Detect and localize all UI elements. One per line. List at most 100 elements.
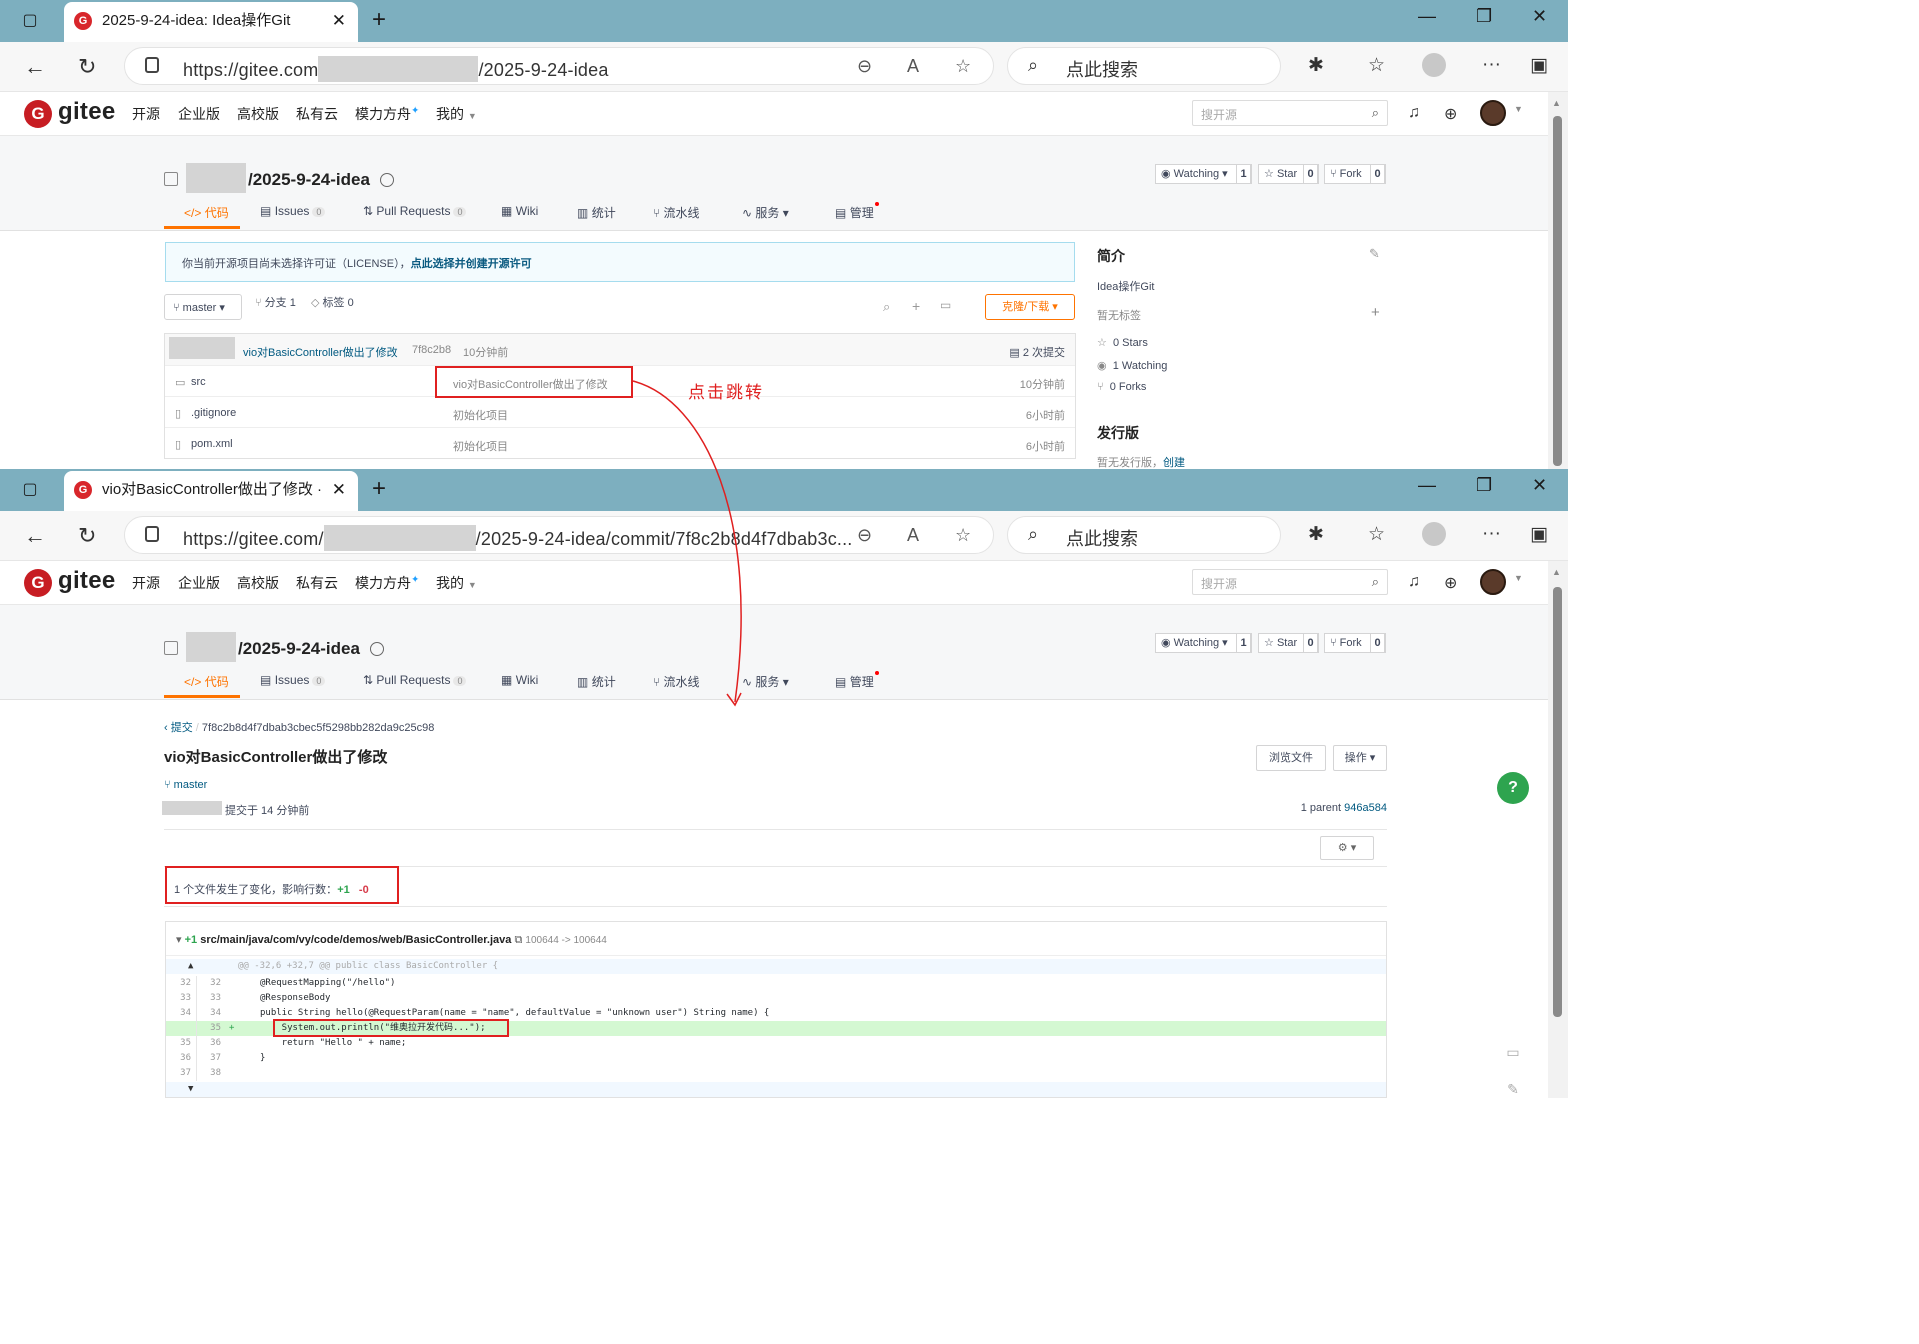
copy-icon[interactable]: ⧉ (514, 934, 522, 946)
favorites-icon[interactable]: ☆ (1368, 523, 1385, 546)
watch-button[interactable]: ◉ Watching ▾ 1 (1155, 633, 1252, 653)
bell-icon[interactable]: ♫ (1408, 573, 1420, 591)
profile-avatar[interactable] (1422, 53, 1446, 77)
read-aloud-icon[interactable]: A (907, 525, 919, 546)
help-button[interactable]: ? (1497, 772, 1529, 804)
file-row[interactable]: ▯ .gitignore 初始化项目 6小时前 (165, 396, 1075, 427)
browser-tab-active[interactable]: G vio对BasicController做出了修改 · ✕ (64, 471, 358, 511)
add-icon[interactable]: ⊕ (1444, 573, 1457, 593)
close-tab-icon[interactable]: ✕ (332, 2, 346, 40)
nav-item[interactable]: 私有云 (296, 104, 338, 124)
diff-file-header[interactable]: ▾ +1 src/main/java/com/vy/code/demos/web… (166, 922, 1386, 956)
watch-button[interactable]: ◉ Watching ▾ 1 (1155, 164, 1252, 184)
branches-link[interactable]: ⑂ 分支 1 (255, 294, 296, 320)
refresh-icon[interactable]: ↻ (78, 523, 96, 549)
star-button[interactable]: ☆ Star 0 (1258, 164, 1319, 184)
stars-stat[interactable]: ☆ 0 Stars (1097, 336, 1148, 349)
commit-count[interactable]: ▤ 2 次提交 (1009, 344, 1065, 360)
tab-manage[interactable]: ▤ 管理 (835, 202, 879, 221)
tab-services[interactable]: ∿ 服务 ▾ (742, 673, 789, 690)
more-icon[interactable]: ··· (1482, 523, 1501, 545)
breadcrumb-back[interactable]: ‹ 提交 (164, 722, 193, 734)
url-field[interactable]: https://gitee.com/2025-9-24-idea ⊖ A ☆ (124, 47, 994, 85)
profile-avatar[interactable] (1422, 522, 1446, 546)
feedback-icon[interactable]: ▭ (1502, 1044, 1524, 1066)
license-link[interactable]: 点此选择并创建开源许可 (411, 258, 532, 270)
scrollbar[interactable]: ▲ (1548, 561, 1568, 1098)
new-tab-icon[interactable]: + (372, 475, 386, 503)
minimize-icon[interactable]: — (1418, 6, 1436, 27)
url-field[interactable]: https://gitee.com/ /2025-9-24-idea/commit… (124, 516, 994, 554)
tab-pull-requests[interactable]: ⇅ Pull Requests 0 (363, 204, 467, 218)
nav-item[interactable]: 开源 (132, 573, 160, 593)
restore-icon[interactable]: ❐ (1476, 475, 1492, 496)
tab-code[interactable]: </> 代码 (184, 204, 229, 221)
expand-down-icon[interactable]: ▼ (188, 1082, 193, 1097)
bell-icon[interactable]: ♫ (1408, 104, 1420, 122)
parent-hash-link[interactable]: 946a584 (1344, 802, 1387, 814)
tags-link[interactable]: ◇ 标签 0 (311, 294, 354, 320)
nav-item[interactable]: 企业版 (178, 104, 220, 124)
collapse-icon[interactable]: ▾ (176, 934, 182, 946)
file-name[interactable]: .gitignore (191, 407, 236, 419)
last-commit-message[interactable]: vio对BasicController做出了修改 (243, 344, 398, 360)
tab-services[interactable]: ∿ 服务 ▾ (742, 204, 789, 221)
branch-select[interactable]: ⑂ master ▾ (164, 294, 242, 320)
gitee-search-input[interactable]: 搜开源 ⌕ (1192, 100, 1388, 126)
back-icon[interactable]: ← (24, 523, 46, 549)
tab-stats[interactable]: ▥ 统计 (577, 673, 616, 690)
nav-item[interactable]: 高校版 (237, 573, 279, 593)
nav-item[interactable]: 我的 ▼ (436, 573, 477, 593)
favorite-star-icon[interactable]: ☆ (955, 56, 971, 77)
star-button[interactable]: ☆ Star 0 (1258, 633, 1319, 653)
diff-settings-button[interactable]: ⚙ ▾ (1320, 836, 1374, 860)
fork-button[interactable]: ⑂ Fork 0 (1324, 633, 1386, 653)
actions-button[interactable]: 操作 ▾ (1333, 745, 1387, 771)
clone-download-button[interactable]: 克隆/下载 ▾ (985, 294, 1075, 320)
user-avatar[interactable] (1480, 100, 1506, 126)
file-path[interactable]: src/main/java/com/vy/code/demos/web/Basi… (200, 934, 511, 946)
watching-stat[interactable]: ◉ 1 Watching (1097, 359, 1167, 372)
extensions-icon[interactable]: ✱ (1308, 54, 1324, 77)
nav-item[interactable]: 企业版 (178, 573, 220, 593)
project-name[interactable]: /2025-9-24-idea (248, 170, 370, 189)
close-window-icon[interactable]: ✕ (1532, 6, 1547, 27)
zoom-icon[interactable]: ⊖ (857, 56, 872, 77)
file-name[interactable]: pom.xml (191, 438, 233, 450)
browser-search-box[interactable]: ⌕ 点此搜索 (1007, 47, 1281, 85)
tab-pipeline[interactable]: ⑂ 流水线 (653, 204, 700, 221)
tab-wiki[interactable]: ▦ Wiki (501, 673, 538, 687)
tab-pipeline[interactable]: ⑂ 流水线 (653, 673, 700, 690)
tab-manage[interactable]: ▤ 管理 (835, 671, 879, 690)
file-row[interactable]: ▯ pom.xml 初始化项目 6小时前 (165, 427, 1075, 458)
extensions-icon[interactable]: ✱ (1308, 523, 1324, 546)
fork-button[interactable]: ⑂ Fork 0 (1324, 164, 1386, 184)
web-ide-icon[interactable]: ▭ (940, 298, 951, 324)
user-avatar[interactable] (1480, 569, 1506, 595)
expand-up-icon[interactable]: ▲ (188, 959, 193, 974)
more-icon[interactable]: ··· (1482, 54, 1501, 76)
project-name[interactable]: /2025-9-24-idea (238, 639, 360, 658)
tab-actions-icon[interactable]: ▢ (18, 478, 42, 502)
tab-actions-icon[interactable]: ▢ (18, 9, 42, 33)
tab-issues[interactable]: ▤ Issues 0 (260, 204, 326, 218)
scrollbar-thumb[interactable] (1553, 116, 1562, 466)
read-aloud-icon[interactable]: A (907, 56, 919, 77)
scroll-up-icon[interactable]: ▲ (1552, 98, 1561, 108)
scrollbar[interactable]: ▲ (1548, 92, 1568, 469)
back-icon[interactable]: ← (24, 54, 46, 80)
nav-item[interactable]: 高校版 (237, 104, 279, 124)
tab-pull-requests[interactable]: ⇅ Pull Requests 0 (363, 673, 467, 687)
tab-code[interactable]: </> 代码 (184, 673, 229, 690)
tab-issues[interactable]: ▤ Issues 0 (260, 673, 326, 687)
chevron-down-icon[interactable]: ▼ (1514, 573, 1523, 583)
browse-files-button[interactable]: 浏览文件 (1256, 745, 1326, 771)
forks-stat[interactable]: ⑂ 0 Forks (1097, 381, 1146, 393)
nav-item[interactable]: 模力方舟✦ (355, 573, 419, 593)
favorite-star-icon[interactable]: ☆ (955, 525, 971, 546)
close-window-icon[interactable]: ✕ (1532, 475, 1547, 496)
edit-icon[interactable]: ✎ (1369, 246, 1380, 262)
sidebar-icon[interactable]: ▣ (1530, 523, 1548, 546)
file-name[interactable]: src (191, 376, 206, 388)
sidebar-icon[interactable]: ▣ (1530, 54, 1548, 77)
